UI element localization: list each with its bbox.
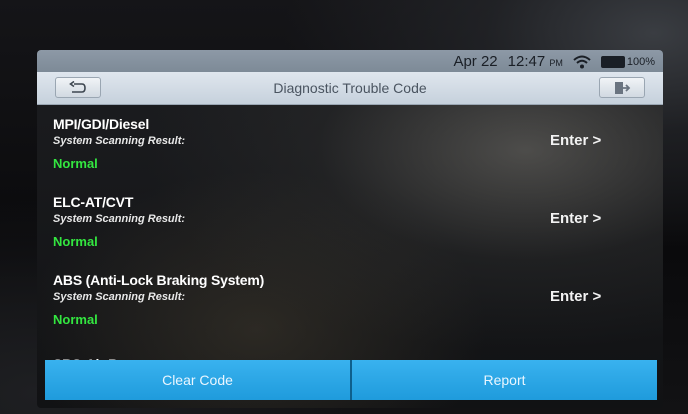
- system-name: ELC-AT/CVT: [53, 194, 134, 210]
- status-time: 12:47 PM: [508, 53, 563, 70]
- wifi-icon: [573, 55, 591, 68]
- footer-bar: Clear Code Report: [45, 360, 657, 400]
- battery-indicator: 100%: [600, 55, 655, 68]
- battery-icon: [600, 55, 625, 68]
- device-screen: Apr 22 12:47 PM 100% Diagnostic Trouble …: [37, 50, 663, 408]
- status-text: Normal: [53, 312, 98, 327]
- system-item[interactable]: ABS (Anti-Lock Braking System) System Sc…: [37, 260, 663, 338]
- title-bar: Diagnostic Trouble Code: [37, 72, 663, 105]
- system-name: ABS (Anti-Lock Braking System): [53, 272, 265, 288]
- status-text: Normal: [53, 234, 98, 249]
- report-button[interactable]: Report: [350, 360, 657, 400]
- status-text: Normal: [53, 156, 98, 171]
- battery-percent: 100%: [626, 55, 655, 68]
- enter-button[interactable]: Enter >: [550, 132, 601, 149]
- status-ampm: PM: [549, 58, 563, 68]
- exit-button[interactable]: [599, 77, 645, 98]
- system-item[interactable]: MPI/GDI/Diesel System Scanning Result: N…: [37, 104, 663, 182]
- enter-button[interactable]: Enter >: [550, 288, 601, 305]
- status-time-value: 12:47: [507, 53, 546, 70]
- system-item[interactable]: ELC-AT/CVT System Scanning Result: Norma…: [37, 182, 663, 260]
- exit-icon: [615, 81, 631, 94]
- scan-result-label: System Scanning Result:: [53, 291, 186, 303]
- page-title: Diagnostic Trouble Code: [273, 80, 427, 96]
- clear-code-button[interactable]: Clear Code: [45, 360, 350, 400]
- status-bar: Apr 22 12:47 PM 100%: [37, 50, 663, 72]
- scan-result-label: System Scanning Result:: [53, 135, 186, 147]
- enter-button[interactable]: Enter >: [550, 210, 601, 227]
- status-date: Apr 22: [453, 53, 498, 70]
- system-name: MPI/GDI/Diesel: [53, 116, 150, 132]
- scan-result-label: System Scanning Result:: [53, 213, 186, 225]
